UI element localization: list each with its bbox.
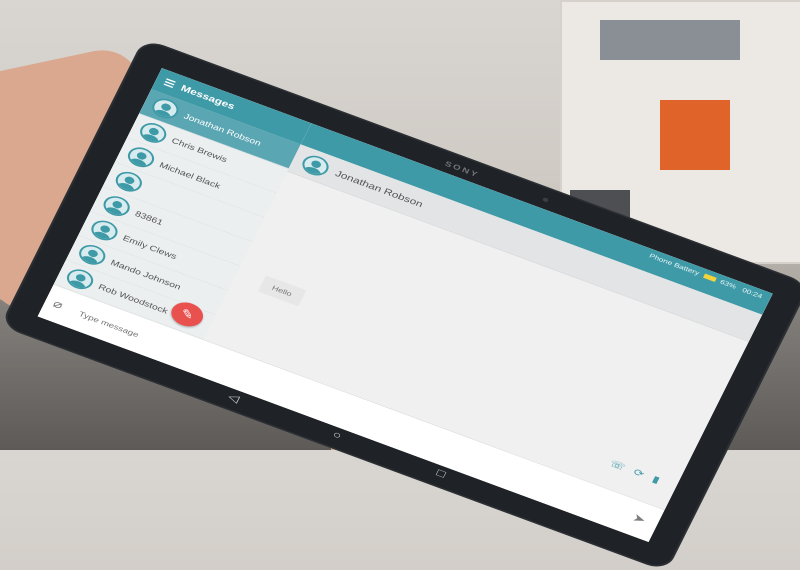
status-time: 00:24 — [740, 286, 764, 300]
contact-avatar — [99, 192, 134, 220]
battery-icon — [702, 273, 717, 283]
back-icon[interactable]: ◁ — [226, 390, 242, 405]
contact-avatar — [87, 217, 122, 244]
contact-avatar — [124, 144, 158, 171]
book-orange — [660, 100, 730, 170]
contact-name: 83861 — [133, 209, 165, 227]
paperclip-icon[interactable]: ⌀ — [51, 297, 65, 312]
contact-avatar — [112, 168, 146, 195]
trash-icon[interactable]: ▮ — [651, 474, 671, 489]
hamburger-icon[interactable]: ☰ — [162, 77, 177, 91]
contact-avatar — [63, 265, 97, 293]
contact-avatar — [148, 95, 183, 122]
home-icon[interactable]: ○ — [330, 429, 344, 442]
book-grey — [600, 20, 740, 60]
send-icon[interactable]: ➤ — [630, 511, 648, 527]
contact-info: 83861 — [134, 209, 165, 227]
battery-percent: 63% — [718, 278, 738, 291]
front-camera — [542, 197, 550, 203]
phone-battery-label: Phone Battery — [648, 252, 701, 277]
contact-avatar — [75, 241, 109, 269]
contact-avatar — [136, 119, 170, 147]
message-bubble: Hello — [257, 275, 307, 307]
recent-apps-icon[interactable]: □ — [434, 467, 448, 480]
contact-avatar — [298, 152, 333, 179]
conversation-actions: ☏⟳▮ — [608, 458, 671, 489]
